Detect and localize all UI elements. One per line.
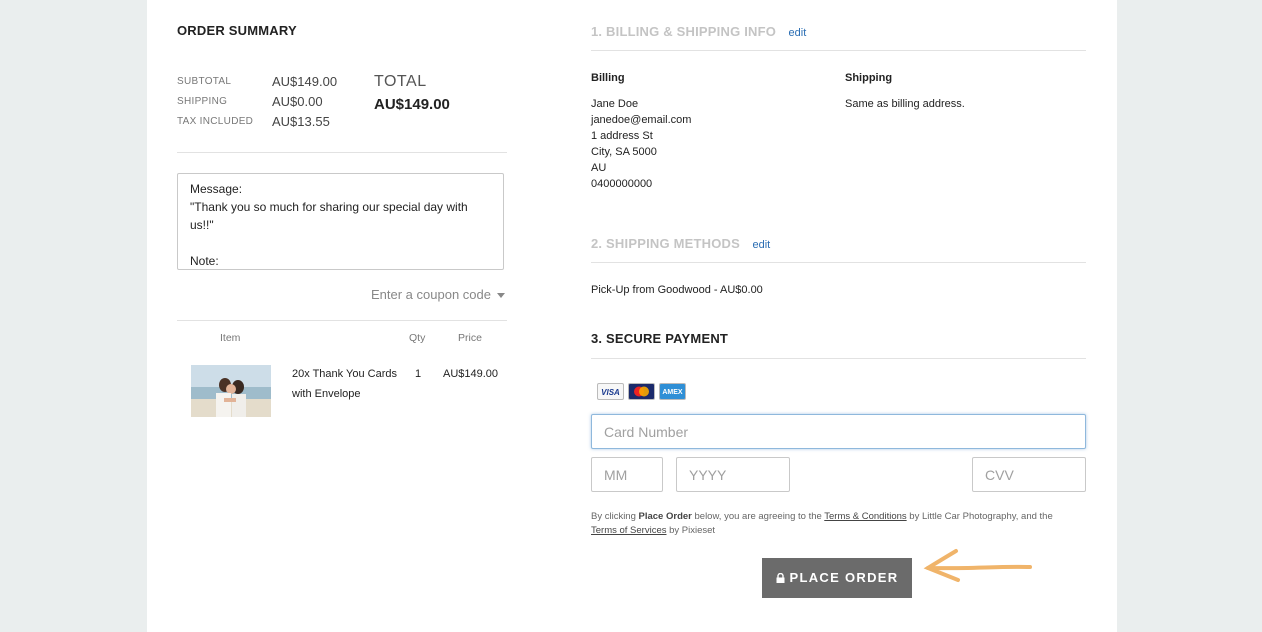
secure-payment-heading: 3. SECURE PAYMENT	[591, 331, 729, 346]
arrow-annotation-icon	[923, 549, 1032, 582]
billing-edit-link[interactable]: edit	[789, 27, 807, 39]
subtotal-label: SUBTOTAL	[177, 76, 232, 87]
coupon-code-label: Enter a coupon code	[371, 287, 491, 302]
selected-shipping-method: Pick-Up from Goodwood - AU$0.00	[591, 284, 763, 296]
product-name: 20x Thank You Cards with Envelope	[292, 368, 397, 400]
terms-place-order-text: Place Order	[638, 511, 692, 522]
place-order-label: PLACE ORDER	[789, 570, 899, 585]
expiry-month-input[interactable]	[591, 457, 663, 492]
terms-conditions-link[interactable]: Terms & Conditions	[824, 511, 906, 522]
billing-address: Jane Doe janedoe@email.com 1 address St …	[591, 96, 691, 192]
order-summary-title: ORDER SUMMARY	[177, 23, 297, 38]
shipping-label: SHIPPING	[177, 96, 228, 107]
billing-line: City, SA 5000	[591, 146, 657, 158]
divider	[591, 262, 1086, 263]
lock-icon	[776, 572, 785, 583]
column-header-qty: Qty	[409, 332, 426, 344]
billing-shipping-header: 1. BILLING & SHIPPING INFO edit	[591, 23, 806, 41]
total-value: AU$149.00	[374, 96, 450, 113]
place-order-button[interactable]: PLACE ORDER	[762, 558, 912, 598]
cvv-input[interactable]	[972, 457, 1086, 492]
shipping-address-label: Shipping	[845, 72, 893, 84]
subtotal-value: AU$149.00	[272, 74, 338, 89]
expiry-year-input[interactable]	[676, 457, 790, 492]
amex-icon: AMEX	[659, 383, 686, 400]
tax-value: AU$13.55	[272, 114, 330, 129]
billing-line: 0400000000	[591, 178, 653, 190]
product-price: AU$149.00	[443, 368, 499, 380]
shipping-address-text: Same as billing address.	[845, 98, 965, 110]
caret-down-icon	[496, 293, 505, 299]
mastercard-icon	[628, 383, 655, 400]
terms-of-services-link[interactable]: Terms of Services	[591, 525, 667, 536]
terms-text: By clicking	[591, 511, 639, 522]
shipping-methods-edit-link[interactable]: edit	[752, 239, 770, 251]
shipping-value: AU$0.00	[272, 94, 323, 109]
column-header-price: Price	[458, 332, 482, 344]
terms-notice: By clicking Place Order below, you are a…	[591, 510, 1091, 538]
total-label: TOTAL	[374, 73, 427, 90]
billing-label: Billing	[591, 72, 625, 84]
divider	[177, 152, 507, 153]
order-message-box[interactable]: Message: "Thank you so much for sharing …	[177, 173, 504, 270]
tax-label: TAX INCLUDED	[177, 116, 254, 127]
terms-text: by Little Car Photography, and the	[906, 511, 1053, 522]
card-number-input[interactable]	[591, 414, 1086, 449]
divider	[591, 358, 1086, 359]
billing-line: Jane Doe	[591, 98, 639, 110]
billing-line: janedoe@email.com	[591, 114, 692, 126]
billing-line: AU	[591, 162, 607, 174]
column-header-item: Item	[220, 332, 241, 344]
terms-text: by Pixieset	[666, 525, 716, 536]
shipping-methods-heading: 2. SHIPPING METHODS	[591, 236, 740, 251]
checkout-page: ORDER SUMMARY SUBTOTAL AU$149.00 SHIPPIN…	[147, 0, 1117, 632]
product-thumbnail	[191, 365, 271, 417]
billing-line: 1 address St	[591, 130, 653, 142]
billing-shipping-heading: 1. BILLING & SHIPPING INFO	[591, 24, 777, 39]
shipping-methods-header: 2. SHIPPING METHODS edit	[591, 235, 770, 253]
terms-text: below, you are agreeing to the	[691, 511, 825, 522]
divider	[591, 50, 1086, 51]
coupon-code-link[interactable]: Enter a coupon code	[371, 287, 505, 302]
divider	[177, 320, 507, 321]
visa-icon: VISA	[597, 383, 624, 400]
product-qty: 1	[415, 368, 422, 380]
